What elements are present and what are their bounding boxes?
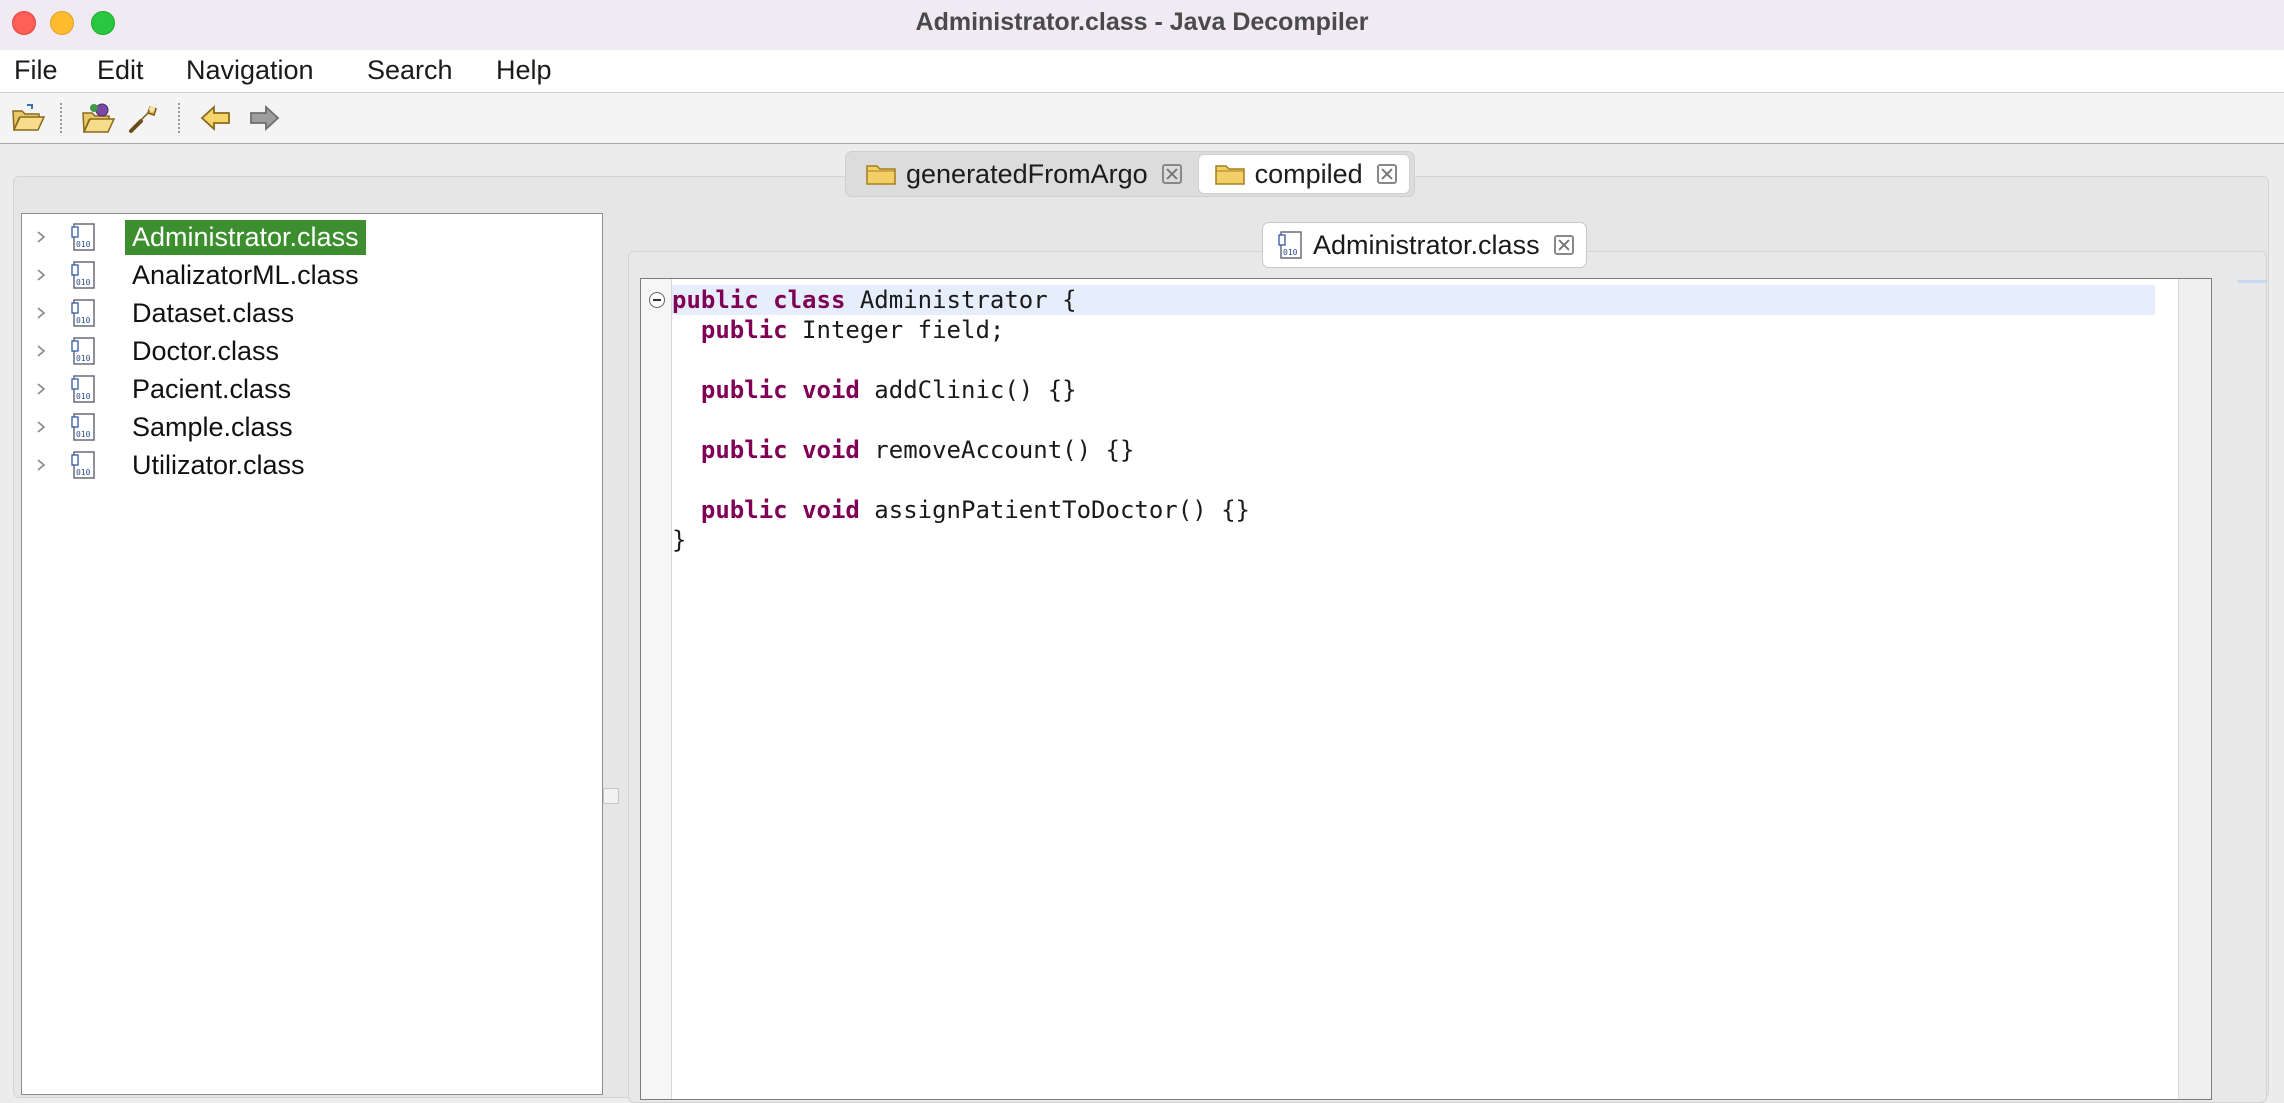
class-file-icon: 010: [71, 299, 95, 327]
svg-text:010: 010: [76, 354, 91, 363]
scroll-position-marker: [2238, 280, 2266, 283]
code-line: }: [672, 526, 687, 554]
chevron-right-icon[interactable]: [34, 268, 48, 282]
tree-item-doctor[interactable]: 010 Doctor.class: [22, 333, 602, 369]
folder-icon: [866, 165, 896, 185]
open-file-button[interactable]: [10, 101, 46, 135]
search-icon: [129, 106, 157, 133]
open-file-icon: [12, 104, 46, 131]
tree-item-label: Utilizator.class: [132, 449, 305, 480]
svg-text:010: 010: [76, 278, 91, 287]
open-type-icon: [82, 103, 116, 133]
svg-text:010: 010: [1283, 248, 1298, 257]
class-file-icon: 010: [71, 223, 95, 251]
menu-search[interactable]: Search: [367, 55, 453, 86]
tree-item-label: Administrator.class: [125, 219, 366, 255]
workspace-tabstrip: generatedFromArgo compiled: [845, 151, 1415, 197]
chevron-right-icon[interactable]: [34, 458, 48, 472]
title-bar: Administrator.class - Java Decompiler: [0, 0, 2284, 51]
tab-administrator-class[interactable]: 010 Administrator.class: [1262, 222, 1587, 268]
class-file-icon: 010: [71, 261, 95, 289]
forward-button[interactable]: [246, 101, 282, 135]
chevron-right-icon[interactable]: [34, 382, 48, 396]
tab-generatedfromargo[interactable]: generatedFromArgo: [850, 155, 1194, 193]
tree-item-label: Doctor.class: [132, 335, 280, 366]
chevron-right-icon[interactable]: [34, 306, 48, 320]
code-line: public class Administrator {: [672, 286, 1077, 314]
splitter-handle[interactable]: [603, 788, 619, 804]
class-file-icon: 010: [1278, 231, 1302, 259]
code-line: public Integer field;: [700, 316, 1005, 344]
menu-help[interactable]: Help: [496, 55, 552, 86]
chevron-right-icon[interactable]: [34, 420, 48, 434]
tree-item-administrator[interactable]: 010 Administrator.class: [22, 219, 602, 255]
class-file-icon: 010: [71, 451, 95, 479]
back-button[interactable]: [198, 101, 234, 135]
close-tab-icon[interactable]: [1553, 235, 1574, 255]
svg-text:010: 010: [76, 468, 91, 477]
source-code: public class Administrator { public Inte…: [672, 285, 1250, 555]
svg-text:010: 010: [76, 240, 91, 249]
tree-item-pacient[interactable]: 010 Pacient.class: [22, 371, 602, 407]
toolbar-separator: [60, 103, 62, 133]
tree-item-analizatorml[interactable]: 010 AnalizatorML.class: [22, 257, 602, 293]
tree-item-label: Pacient.class: [132, 373, 292, 404]
menu-bar: File Edit Navigation Search Help: [0, 50, 2284, 93]
tab-compiled[interactable]: compiled: [1197, 154, 1410, 194]
search-button[interactable]: [126, 101, 162, 135]
vertical-scrollbar[interactable]: [2178, 279, 2211, 1099]
tree-item-label: Dataset.class: [132, 297, 295, 328]
svg-text:010: 010: [76, 392, 91, 401]
code-line: public void removeAccount() {}: [700, 436, 1135, 464]
collapse-icon[interactable]: [649, 292, 665, 308]
class-file-icon: 010: [71, 375, 95, 403]
chevron-right-icon[interactable]: [34, 230, 48, 244]
tab-label: generatedFromArgo: [906, 158, 1148, 189]
tree-item-sample[interactable]: 010 Sample.class: [22, 409, 602, 445]
toolbar-separator: [178, 103, 180, 133]
close-tab-icon[interactable]: [1161, 164, 1182, 184]
close-tab-icon[interactable]: [1376, 164, 1397, 184]
menu-file[interactable]: File: [14, 55, 58, 86]
class-file-icon: 010: [71, 413, 95, 441]
chevron-right-icon[interactable]: [34, 344, 48, 358]
menu-navigation[interactable]: Navigation: [186, 55, 314, 86]
class-tree: 010 Administrator.class 010 AnalizatorML…: [21, 213, 603, 1095]
window-title: Administrator.class - Java Decompiler: [915, 8, 1369, 36]
class-file-icon: 010: [71, 337, 95, 365]
folder-icon: [1214, 165, 1245, 185]
tree-item-utilizator[interactable]: 010 Utilizator.class: [22, 447, 602, 483]
tree-item-label: AnalizatorML.class: [132, 259, 359, 290]
editor-tab-label: Administrator.class: [1313, 229, 1540, 260]
code-editor[interactable]: public class Administrator { public Inte…: [640, 278, 2212, 1100]
tree-item-label: Sample.class: [132, 411, 293, 442]
menu-edit[interactable]: Edit: [97, 55, 144, 86]
code-gutter: [641, 279, 672, 1099]
back-icon: [200, 104, 230, 132]
toolbar: [0, 93, 2284, 144]
forward-icon: [250, 104, 280, 132]
svg-text:010: 010: [76, 316, 91, 325]
open-type-button[interactable]: [80, 101, 116, 135]
svg-text:010: 010: [76, 430, 91, 439]
code-line: public void addClinic() {}: [700, 376, 1077, 404]
tree-item-dataset[interactable]: 010 Dataset.class: [22, 295, 602, 331]
code-line: public void assignPatientToDoctor() {}: [700, 496, 1250, 524]
tab-label: compiled: [1254, 158, 1363, 189]
